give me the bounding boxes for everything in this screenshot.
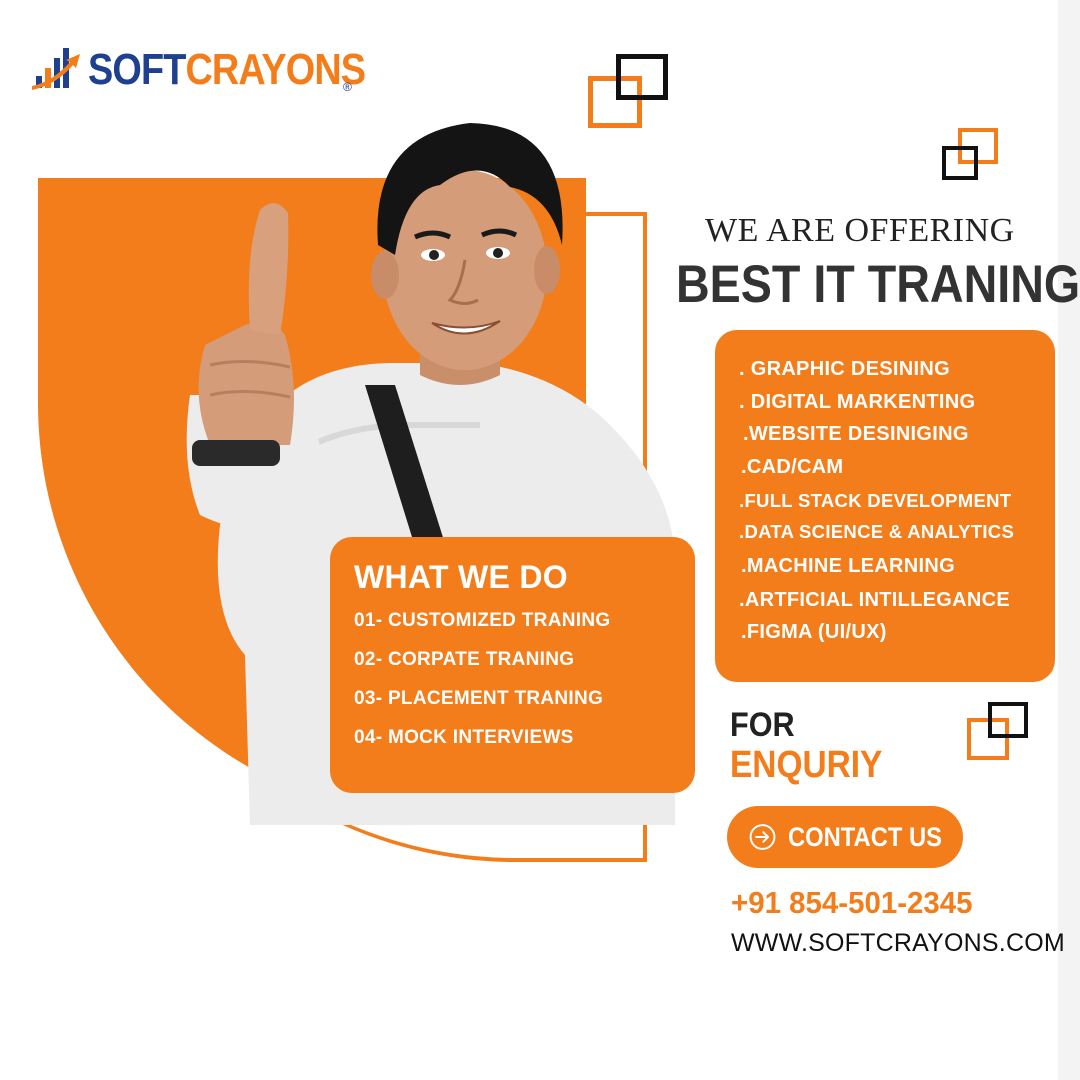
promo-poster: SOFTCRAYONS ® WHAT WE DO 01- CUSTOMIZED … — [0, 0, 1080, 1080]
deco-square-black — [942, 146, 978, 180]
course-item: .DATA SCIENCE & ANALYTICS — [739, 521, 1015, 542]
headline-main: BEST IT TRANING — [676, 255, 1080, 314]
course-item: .FULL STACK DEVELOPMENT — [739, 490, 1012, 511]
brand-name-crayons: CRAYONS — [185, 45, 366, 94]
course-item: .CAD/CAM — [741, 456, 844, 478]
course-item: . DIGITAL MARKENTING — [739, 391, 976, 413]
registered-mark: ® — [343, 80, 352, 94]
headline-intro: WE ARE OFFERING — [705, 212, 1015, 249]
rising-chart-logo-icon — [32, 48, 80, 90]
course-item: . GRAPHIC DESINING — [739, 358, 950, 380]
deco-square-black — [988, 702, 1028, 738]
what-we-do-item: 04- MOCK INTERVIEWS — [354, 727, 574, 748]
enquiry-label: ENQURIY — [730, 744, 883, 786]
courses-card: . GRAPHIC DESINING . DIGITAL MARKENTING … — [715, 330, 1055, 682]
contact-us-label: CONTACT US — [788, 821, 942, 852]
phone-number[interactable]: +91 854-501-2345 — [731, 885, 973, 921]
right-edge-strip — [1058, 0, 1080, 1080]
course-item: .MACHINE LEARNING — [741, 555, 955, 577]
course-item: .FIGMA (UI/UX) — [741, 621, 887, 643]
what-we-do-title: WHAT WE DO — [354, 559, 568, 595]
what-we-do-card: WHAT WE DO 01- CUSTOMIZED TRANING 02- CO… — [330, 537, 695, 793]
brand-logo[interactable]: SOFTCRAYONS — [30, 40, 410, 100]
what-we-do-item: 01- CUSTOMIZED TRANING — [354, 610, 611, 631]
what-we-do-item: 03- PLACEMENT TRANING — [354, 688, 604, 709]
arrow-right-circle-icon — [749, 824, 776, 850]
course-item: .ARTFICIAL INTILLEGANCE — [739, 589, 1010, 611]
brand-name-soft: SOFT — [88, 45, 186, 94]
what-we-do-item: 02- CORPATE TRANING — [354, 649, 575, 670]
course-item: .WEBSITE DESINIGING — [743, 423, 969, 445]
enquiry-label-for: FOR — [730, 706, 795, 744]
brand-name: SOFTCRAYONS — [88, 45, 366, 95]
website-link[interactable]: WWW.SOFTCRAYONS.COM — [731, 929, 1065, 958]
contact-us-button[interactable]: CONTACT US — [727, 806, 963, 868]
deco-square-black — [616, 54, 668, 100]
